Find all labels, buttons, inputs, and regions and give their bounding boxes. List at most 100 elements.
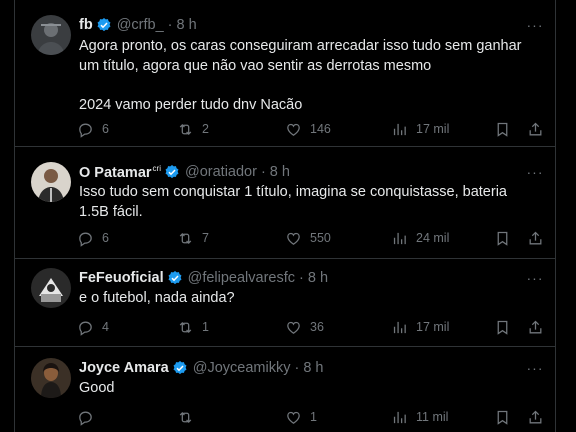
like-button[interactable]: 1 <box>285 407 317 427</box>
retweet-count: 1 <box>202 320 209 334</box>
share-icon <box>527 409 544 426</box>
retweet-button[interactable]: 7 <box>177 228 209 248</box>
reply-count: 4 <box>102 320 109 334</box>
views-icon <box>391 319 408 336</box>
bookmark-icon <box>494 319 511 336</box>
avatar[interactable] <box>31 15 71 55</box>
reply-icon <box>77 319 94 336</box>
author-handle[interactable]: @felipealvaresfc <box>188 270 295 286</box>
more-icon[interactable]: ··· <box>523 162 547 182</box>
views-icon <box>391 230 408 247</box>
verified-badge-icon <box>164 164 180 180</box>
author-name[interactable]: FeFeuoficial <box>79 270 164 286</box>
tweet-2[interactable]: O Patamarcri @oratiador · 8 h ··· Isso t… <box>15 148 555 259</box>
tweet-text: e o futebol, nada ainda? <box>79 290 235 306</box>
tweet-header: fb @crfb_ · 8 h <box>79 15 197 35</box>
reply-count: 6 <box>102 231 109 245</box>
like-button[interactable]: 36 <box>285 317 324 337</box>
retweet-icon <box>177 230 194 247</box>
retweet-count: 7 <box>202 231 209 245</box>
like-count: 36 <box>310 320 324 334</box>
verified-badge-icon <box>167 270 183 286</box>
views-button[interactable]: 11 mil <box>391 407 448 427</box>
author-handle[interactable]: @Joyceamikky <box>193 360 291 376</box>
tweet-actions: 1 11 mil <box>77 407 547 427</box>
views-icon <box>391 121 408 138</box>
reply-button[interactable]: 6 <box>77 119 109 139</box>
like-button[interactable]: 550 <box>285 228 331 248</box>
timestamp[interactable]: 8 h <box>303 360 323 376</box>
tweet-actions: 4 1 36 17 mil <box>77 317 547 337</box>
reply-count: 6 <box>102 122 109 136</box>
share-button[interactable] <box>527 228 544 248</box>
avatar[interactable] <box>31 162 71 202</box>
timestamp[interactable]: 8 h <box>270 164 290 180</box>
timestamp[interactable]: 8 h <box>308 270 328 286</box>
bookmark-icon <box>494 121 511 138</box>
author-handle[interactable]: @oratiador <box>185 164 257 180</box>
verified-badge-icon <box>172 360 188 376</box>
reply-icon <box>77 230 94 247</box>
like-icon <box>285 409 302 426</box>
tweet-text: Isso tudo sem conquistar 1 título, imagi… <box>79 184 512 220</box>
retweet-button[interactable]: 1 <box>177 317 209 337</box>
tweet-text: Good <box>79 380 115 396</box>
retweet-count: 2 <box>202 122 209 136</box>
retweet-icon <box>177 319 194 336</box>
tweet-text: Agora pronto, os caras conseguiram arrec… <box>79 38 522 113</box>
tweet-header: FeFeuoficial @felipealvaresfc · 8 h <box>79 268 328 288</box>
avatar[interactable] <box>31 358 71 398</box>
timestamp[interactable]: 8 h <box>177 17 197 33</box>
author-handle[interactable]: @crfb_ <box>117 17 164 33</box>
separator: · <box>260 164 266 180</box>
views-icon <box>391 409 408 426</box>
avatar-image-icon <box>31 15 71 55</box>
avatar[interactable] <box>31 268 71 308</box>
separator: · <box>167 17 173 33</box>
like-icon <box>285 121 302 138</box>
retweet-button[interactable]: 2 <box>177 119 209 139</box>
views-count: 17 mil <box>416 122 450 136</box>
share-button[interactable] <box>527 317 544 337</box>
views-button[interactable]: 17 mil <box>391 317 449 337</box>
bookmark-button[interactable] <box>494 228 511 248</box>
share-icon <box>527 230 544 247</box>
bookmark-button[interactable] <box>494 119 511 139</box>
bookmark-icon <box>494 409 511 426</box>
more-icon[interactable]: ··· <box>523 268 547 288</box>
views-button[interactable]: 17 mil <box>391 119 449 139</box>
reply-button[interactable]: 6 <box>77 228 109 248</box>
like-count: 550 <box>310 231 331 245</box>
avatar-image-icon <box>31 358 71 398</box>
views-button[interactable]: 24 mil <box>391 228 449 248</box>
separator: · <box>299 270 304 286</box>
reply-button[interactable]: 4 <box>77 317 109 337</box>
reply-button[interactable] <box>77 407 102 427</box>
tweet-3[interactable]: FeFeuoficial @felipealvaresfc · 8 h ··· … <box>15 260 555 347</box>
share-button[interactable] <box>527 119 544 139</box>
author-name-text: O Patamar <box>79 164 152 181</box>
reply-icon <box>77 121 94 138</box>
retweet-button[interactable] <box>177 407 202 427</box>
tweet-4[interactable]: Joyce Amara @Joyceamikky · 8 h ··· Good … <box>15 348 555 432</box>
bookmark-button[interactable] <box>494 317 511 337</box>
bookmark-button[interactable] <box>494 407 511 427</box>
views-count: 17 mil <box>416 320 450 334</box>
like-count: 146 <box>310 122 331 136</box>
like-count: 1 <box>310 410 317 424</box>
author-name[interactable]: O Patamarcri <box>79 164 161 181</box>
tweet-actions: 6 2 146 17 mil <box>77 119 547 139</box>
avatar-image-icon <box>31 268 71 308</box>
reply-icon <box>77 409 94 426</box>
more-icon[interactable]: ··· <box>523 358 547 378</box>
timeline-feed: fb @crfb_ · 8 h ··· Agora pronto, os car… <box>14 0 556 432</box>
author-name[interactable]: Joyce Amara <box>79 360 169 376</box>
share-button[interactable] <box>527 407 544 427</box>
author-name[interactable]: fb <box>79 17 93 33</box>
like-button[interactable]: 146 <box>285 119 331 139</box>
tweet-1[interactable]: fb @crfb_ · 8 h ··· Agora pronto, os car… <box>15 0 555 147</box>
more-icon[interactable]: ··· <box>523 15 547 35</box>
views-count: 24 mil <box>416 231 450 245</box>
like-icon <box>285 230 302 247</box>
avatar-image-icon <box>31 162 71 202</box>
